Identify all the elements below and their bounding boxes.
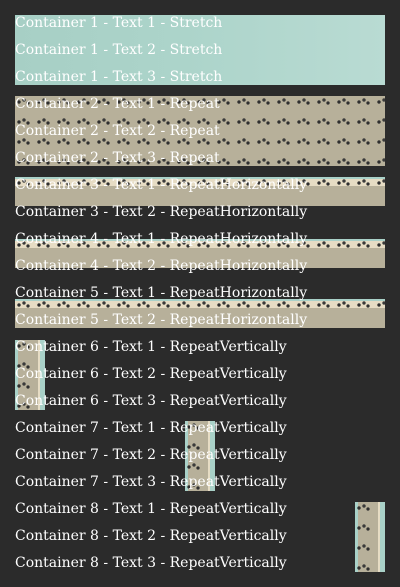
container-2-text-1: Container 2 - Text 1 - Repeat bbox=[15, 96, 220, 112]
container-3-text-1: Container 3 - Text 1 - RepeatHorizontall… bbox=[15, 177, 308, 193]
container-1-text-3: Container 1 - Text 3 - Stretch bbox=[15, 69, 223, 85]
container-7-text-3: Container 7 - Text 3 - RepeatVertically bbox=[15, 474, 287, 490]
container-7-text-1: Container 7 - Text 1 - RepeatVertically bbox=[15, 420, 287, 436]
container-5-text-2: Container 5 - Text 2 - RepeatHorizontall… bbox=[15, 312, 308, 328]
page: Container 1 - Text 1 - Stretch Container… bbox=[0, 0, 400, 587]
container-6-text-2: Container 6 - Text 2 - RepeatVertically bbox=[15, 366, 287, 382]
container-3-text-2: Container 3 - Text 2 - RepeatHorizontall… bbox=[15, 204, 308, 220]
container-4-text-2: Container 4 - Text 2 - RepeatHorizontall… bbox=[15, 258, 308, 274]
container-2-text-3: Container 2 - Text 3 - Repeat bbox=[15, 150, 220, 166]
container-7-text-2: Container 7 - Text 2 - RepeatVertically bbox=[15, 447, 287, 463]
container-8-text-2: Container 8 - Text 2 - RepeatVertically bbox=[15, 528, 287, 544]
container-4-text-1: Container 4 - Text 1 - RepeatHorizontall… bbox=[15, 231, 308, 247]
container-1-text-1: Container 1 - Text 1 - Stretch bbox=[15, 15, 223, 31]
container-8-text-1: Container 8 - Text 1 - RepeatVertically bbox=[15, 501, 287, 517]
container-6-text-1: Container 6 - Text 1 - RepeatVertically bbox=[15, 339, 287, 355]
container-8-background bbox=[355, 502, 385, 572]
container-5-text-1: Container 5 - Text 1 - RepeatHorizontall… bbox=[15, 285, 308, 301]
container-8-text-3: Container 8 - Text 3 - RepeatVertically bbox=[15, 555, 287, 571]
container-2-text-2: Container 2 - Text 2 - Repeat bbox=[15, 123, 220, 139]
container-6-text-3: Container 6 - Text 3 - RepeatVertically bbox=[15, 393, 287, 409]
container-1-text-2: Container 1 - Text 2 - Stretch bbox=[15, 42, 223, 58]
